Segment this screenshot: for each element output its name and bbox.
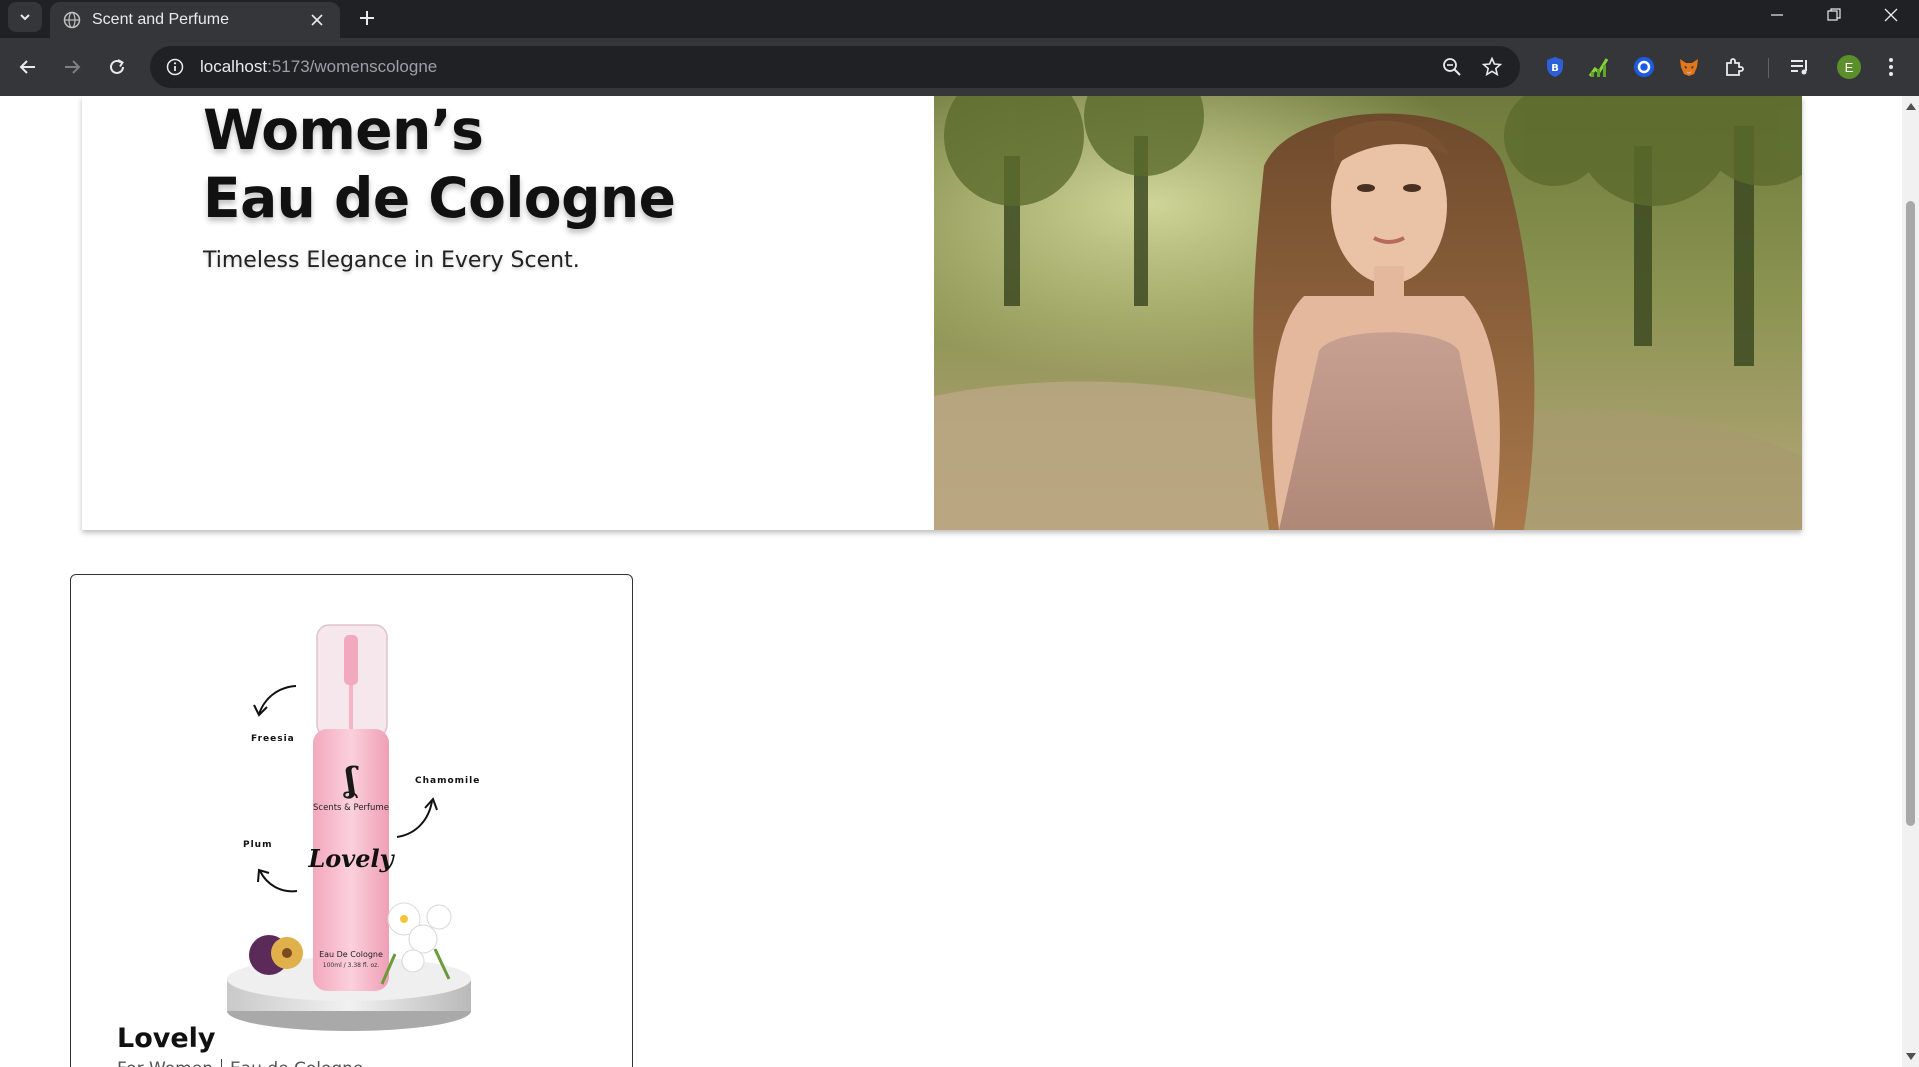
- plus-icon: [360, 11, 374, 25]
- forward-button[interactable]: [56, 51, 88, 83]
- circle-extension-icon[interactable]: [1629, 52, 1659, 82]
- bottle-type-text: Eau De Cologne: [319, 950, 383, 959]
- scroll-down-arrow-icon[interactable]: [1902, 1049, 1919, 1065]
- bottle-script-name: Lovely: [307, 844, 395, 873]
- note-chamomile: Chamomile: [415, 776, 480, 786]
- menu-kebab-icon[interactable]: [1876, 52, 1906, 82]
- shield-extension-icon[interactable]: B: [1540, 52, 1570, 82]
- star-icon[interactable]: [1478, 53, 1506, 81]
- page-viewport: Women’s Eau de Cologne Timeless Elegance…: [0, 96, 1902, 1067]
- info-icon[interactable]: [164, 56, 186, 78]
- hero-banner: Women’s Eau de Cologne Timeless Elegance…: [82, 96, 1802, 530]
- minimize-button[interactable]: [1754, 0, 1800, 30]
- close-icon: [1884, 8, 1898, 22]
- new-tab-button[interactable]: [352, 3, 382, 33]
- brand-text: Scents & Perfume: [313, 803, 389, 813]
- product-meta: For Women Eau de Cologne: [117, 1059, 363, 1067]
- arrow-right-icon: [65, 60, 81, 74]
- hero-subtitle: Timeless Elegance in Every Scent.: [203, 248, 580, 273]
- toolbar-divider: [1768, 58, 1769, 78]
- meta-divider: [220, 1059, 222, 1067]
- minimize-icon: [1771, 14, 1783, 16]
- product-audience: For Women: [117, 1059, 213, 1067]
- note-plum: Plum: [243, 840, 272, 850]
- address-bar[interactable]: localhost:5173/womenscologne: [150, 46, 1520, 88]
- reload-icon: [110, 59, 124, 74]
- hero-photo: [934, 96, 1802, 530]
- hero-title-line2: Eau de Cologne: [203, 166, 676, 230]
- svg-text:B: B: [1551, 63, 1559, 74]
- product-image[interactable]: ʆ Scents & Perfume Lovely Eau De Cologne…: [199, 619, 499, 1039]
- close-icon[interactable]: [306, 9, 328, 31]
- product-category: Eau de Cologne: [230, 1059, 363, 1067]
- note-freesia: Freesia: [251, 734, 295, 744]
- url-path: :5173/womenscologne: [267, 57, 438, 76]
- browser-tab-bar: Scent and Perfume: [0, 0, 1919, 38]
- product-name[interactable]: Lovely: [117, 1023, 216, 1054]
- chevron-down-icon: [20, 14, 30, 21]
- fox-extension-icon[interactable]: [1674, 52, 1704, 82]
- close-window-button[interactable]: [1868, 0, 1914, 30]
- profile-avatar[interactable]: E: [1837, 55, 1861, 79]
- url-text[interactable]: localhost:5173/womenscologne: [200, 57, 1426, 77]
- reload-button[interactable]: [101, 51, 133, 83]
- hero-title: Women’s Eau de Cologne: [203, 96, 676, 232]
- url-host: localhost: [200, 57, 268, 76]
- zoom-icon[interactable]: [1438, 53, 1466, 81]
- chart-extension-icon[interactable]: [1584, 52, 1614, 82]
- puzzle-icon[interactable]: [1719, 52, 1749, 82]
- arrow-left-icon: [19, 60, 35, 74]
- tab-title: Scent and Perfume: [92, 11, 229, 28]
- hero-title-line1: Women’s: [203, 98, 484, 162]
- browser-toolbar: localhost:5173/womenscologne B: [0, 38, 1919, 96]
- product-card[interactable]: ʆ Scents & Perfume Lovely Eau De Cologne…: [70, 574, 633, 1067]
- tab-active[interactable]: Scent and Perfume: [50, 2, 340, 38]
- bottle-volume-text: 100ml / 3.38 fl. oz.: [323, 962, 379, 969]
- back-button[interactable]: [12, 51, 44, 83]
- scrollbar-thumb[interactable]: [1906, 201, 1915, 826]
- globe-icon: [62, 10, 82, 30]
- page-scrollbar[interactable]: [1902, 96, 1919, 1067]
- restore-icon: [1827, 8, 1841, 21]
- scroll-up-arrow-icon[interactable]: [1902, 98, 1919, 114]
- restore-button[interactable]: [1811, 0, 1857, 30]
- tab-search-button[interactable]: [8, 2, 42, 32]
- media-icon[interactable]: [1785, 52, 1815, 82]
